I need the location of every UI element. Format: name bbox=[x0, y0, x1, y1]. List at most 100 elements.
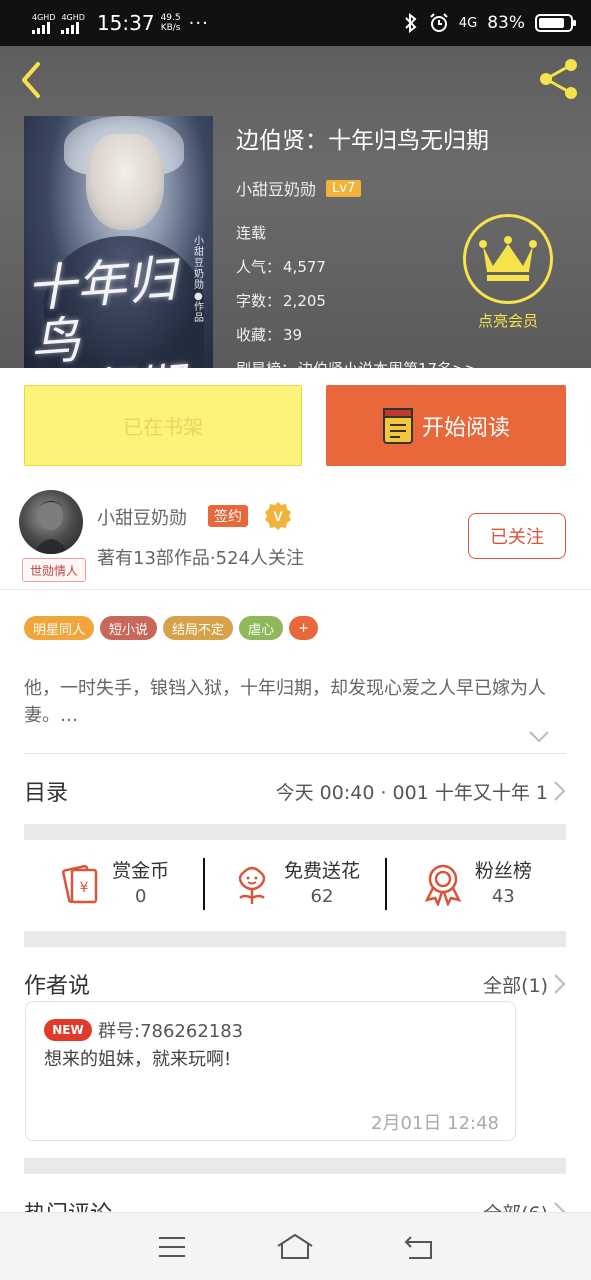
author-stats: 著有13部作品·524人关注 bbox=[97, 548, 304, 569]
verified-v-label: V bbox=[273, 508, 283, 524]
bluetooth-icon bbox=[405, 13, 417, 33]
author-name[interactable]: 小甜豆奶勋 bbox=[97, 504, 187, 530]
crown-icon bbox=[479, 236, 537, 281]
alarm-icon bbox=[430, 13, 448, 32]
avatar-figure bbox=[33, 501, 69, 554]
share-icon[interactable] bbox=[536, 56, 582, 102]
level-badge: Lv7 bbox=[326, 179, 362, 197]
hot-comments-header[interactable]: 热门评论 全部(6) bbox=[24, 1194, 566, 1212]
book-title: 边伯贤：十年归鸟无归期 bbox=[236, 128, 489, 154]
tag-chip[interactable]: 虐心 bbox=[239, 616, 284, 640]
cover-calligraphy: 十年归鸟 无归期 bbox=[24, 250, 213, 368]
more-notifications: ··· bbox=[188, 12, 209, 34]
chevron-right-icon bbox=[554, 781, 566, 801]
signal-icon bbox=[32, 21, 50, 34]
back-arrow-icon bbox=[404, 1235, 433, 1259]
start-reading-button[interactable]: 开始阅读 bbox=[326, 385, 566, 466]
fan-rank-stat[interactable]: 粉丝榜 43 bbox=[384, 858, 566, 910]
home-icon bbox=[277, 1233, 314, 1259]
battery-level bbox=[539, 18, 564, 28]
signed-badge: 签约 bbox=[208, 505, 248, 527]
battery-icon bbox=[535, 14, 576, 32]
fan-rank-text: 粉丝榜 43 bbox=[475, 858, 532, 910]
book-description[interactable]: 他，一时失手，锒铛入狱，十年归期，却发现心爱之人早已嫁为人妻。… bbox=[24, 675, 570, 729]
back-button[interactable] bbox=[399, 1227, 439, 1267]
popularity-label: 人气： bbox=[236, 258, 282, 276]
avatar-tag: 世勋情人 bbox=[22, 558, 86, 582]
cover-vertical-text: 小甜豆奶勋●作品 bbox=[194, 236, 204, 324]
book-detail-content: 已在书架 开始阅读 世勋情人 小甜豆奶勋 签约 V 著有13部作品·524人关注… bbox=[0, 368, 591, 1212]
note-text: 想来的姐妹，就来玩啊! bbox=[44, 1049, 232, 1070]
start-reading-label: 开始阅读 bbox=[421, 415, 510, 441]
stat-label: 粉丝榜 bbox=[474, 860, 532, 882]
clock: 15:37 bbox=[96, 11, 155, 35]
avatar[interactable] bbox=[19, 490, 83, 554]
favorites-label: 收藏： bbox=[236, 326, 282, 344]
book-cover[interactable]: 十年归鸟 无归期 小甜豆奶勋●作品 bbox=[24, 116, 213, 368]
cover-figure-face bbox=[86, 134, 164, 230]
ribbon-badge-icon bbox=[424, 864, 462, 906]
section-separator bbox=[24, 1158, 566, 1174]
note-group-number: 群号:786262183 bbox=[98, 1021, 244, 1042]
stat-label: 免费送花 bbox=[283, 860, 360, 882]
home-button[interactable] bbox=[275, 1227, 315, 1267]
followed-button[interactable]: 已关注 bbox=[468, 513, 566, 559]
latest-chapter[interactable]: 今天 00:40 · 001 十年又十年 1 bbox=[276, 778, 548, 805]
stat-label: 赏金币 bbox=[112, 860, 170, 882]
reward-coin-icon: ¥ bbox=[62, 864, 98, 904]
in-bookshelf-button[interactable]: 已在书架 bbox=[24, 385, 302, 466]
flower-icon bbox=[238, 866, 266, 904]
rank-label: 剧星榜： bbox=[236, 360, 296, 368]
note-timestamp: 2月01日 12:48 bbox=[371, 1113, 499, 1134]
tag-chip[interactable]: 短小说 bbox=[100, 616, 158, 640]
crown-circle bbox=[463, 214, 553, 304]
author-note-card[interactable]: NEW 群号:786262183 想来的姐妹，就来玩啊! 2月01日 12:48 bbox=[25, 1001, 516, 1141]
rank-line[interactable]: 剧星榜：边伯贤小说本周第17名>> bbox=[236, 352, 566, 368]
toc-label: 目录 bbox=[24, 781, 69, 806]
tag-list: 明星同人 短小说 结局不定 虐心 + bbox=[24, 616, 318, 640]
stat-value: 62 bbox=[310, 886, 334, 907]
book-author[interactable]: 小甜豆奶勋 bbox=[236, 176, 316, 200]
author-row[interactable]: 小甜豆奶勋 Lv7 bbox=[236, 176, 566, 200]
tag-chip[interactable]: 结局不定 bbox=[163, 616, 234, 640]
author-says-label: 作者说 bbox=[24, 974, 91, 999]
table-of-contents-row[interactable]: 目录 今天 00:40 · 001 十年又十年 1 bbox=[24, 756, 566, 826]
speed-value: 49.5 bbox=[160, 13, 181, 23]
vip-button[interactable]: 点亮会员 bbox=[462, 214, 554, 331]
signal-icon bbox=[61, 21, 80, 34]
stat-value: 43 bbox=[491, 886, 515, 907]
reward-coin-text: 赏金币 0 bbox=[112, 858, 169, 910]
author-says-header[interactable]: 作者说 全部(1) bbox=[24, 964, 566, 1004]
section-separator bbox=[24, 931, 566, 947]
favorites-value: 39 bbox=[283, 326, 303, 344]
popularity-value: 4,577 bbox=[283, 258, 326, 276]
tag-chip[interactable]: 明星同人 bbox=[24, 616, 95, 640]
stat-value: 0 bbox=[134, 886, 147, 907]
chevron-left-icon[interactable] bbox=[16, 60, 46, 100]
word-count-label: 字数： bbox=[236, 292, 282, 310]
reward-coin-stat[interactable]: ¥ 赏金币 0 bbox=[24, 858, 203, 910]
sim2-label: 4GHD bbox=[61, 12, 85, 22]
chevron-down-icon[interactable] bbox=[528, 730, 550, 744]
free-flower-stat[interactable]: 免费送花 62 bbox=[203, 858, 384, 910]
sim1-signal: 4GHD bbox=[32, 13, 55, 34]
status-bar: 4GHD 4GHD 15:37 49.5 KB/s ··· 4G 83% bbox=[0, 0, 591, 46]
hot-comments-all-link[interactable]: 全部(6) bbox=[483, 1199, 548, 1213]
battery-percent: 83% bbox=[487, 13, 525, 33]
tag-chip[interactable]: + bbox=[289, 616, 318, 640]
author-says-all-link[interactable]: 全部(1) bbox=[483, 971, 548, 998]
speed-unit: KB/s bbox=[160, 23, 181, 33]
book-icon bbox=[382, 407, 413, 444]
free-flower-text: 免费送花 62 bbox=[284, 858, 360, 910]
menu-button[interactable] bbox=[152, 1227, 192, 1267]
rank-value[interactable]: 边伯贤小说本周第17名>> bbox=[298, 360, 477, 368]
system-nav-bar bbox=[0, 1212, 591, 1280]
vip-label: 点亮会员 bbox=[477, 312, 538, 330]
hot-comments-label: 热门评论 bbox=[24, 1196, 112, 1212]
cover-calligraphy-line1: 十年归鸟 bbox=[24, 250, 179, 368]
section-separator bbox=[24, 824, 566, 840]
network-type: 4G bbox=[458, 15, 478, 31]
book-header: 十年归鸟 无归期 小甜豆奶勋●作品 边伯贤：十年归鸟无归期 小甜豆奶勋 Lv7 … bbox=[0, 46, 591, 368]
menu-icon bbox=[158, 1236, 185, 1257]
network-speed: 49.5 KB/s bbox=[161, 13, 181, 33]
